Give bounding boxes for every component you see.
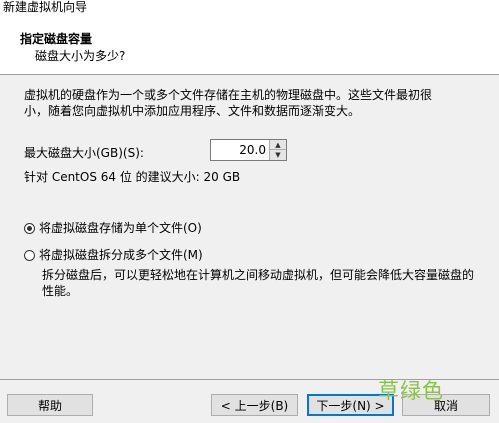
radio-single-file[interactable]	[24, 223, 35, 234]
back-button[interactable]: < 上一步(B)	[211, 394, 298, 416]
page-subtitle: 磁盘大小为多少?	[35, 49, 126, 63]
radio-multiple-files[interactable]	[24, 250, 35, 261]
title-bar: 新建虚拟机向导	[0, 0, 499, 16]
spin-up-icon[interactable]: ▲	[270, 140, 286, 150]
single-file-label[interactable]: 将虚拟磁盘存储为单个文件(O)	[39, 221, 202, 235]
description-line-2: 小，随着您向虚拟机中添加应用程序、文件和数据而逐渐变大。	[24, 104, 361, 118]
wizard-body: 虚拟机的硬盘作为一个或多个文件存储在主机的物理磁盘中。这些文件最初很 小，随着您…	[0, 75, 499, 379]
help-button[interactable]: 帮助	[7, 394, 93, 416]
window-title: 新建虚拟机向导	[3, 0, 88, 14]
split-description-line-1: 拆分磁盘后，可以更轻松地在计算机之间移动虚拟机，但可能会降低大容量磁盘的	[42, 268, 475, 282]
spin-down-icon[interactable]: ▼	[270, 150, 286, 160]
page-title: 指定磁盘容量	[20, 32, 93, 46]
split-description-line-2: 性能。	[42, 284, 79, 298]
watermark-text: 草绿色	[378, 379, 444, 403]
description-text: 虚拟机的硬盘作为一个或多个文件存储在主机的物理磁盘中。这些文件最初很 小，随着您…	[24, 87, 474, 119]
disk-size-spinner[interactable]: 20.0 ▲ ▼	[210, 139, 287, 161]
option-multiple-files[interactable]: 将虚拟磁盘拆分成多个文件(M)	[24, 246, 203, 263]
wizard-header: 指定磁盘容量 磁盘大小为多少?	[0, 16, 499, 74]
spinner-buttons: ▲ ▼	[269, 140, 286, 160]
recommended-size-text: 针对 CentOS 64 位 的建议大小: 20 GB	[24, 170, 241, 184]
description-line-1: 虚拟机的硬盘作为一个或多个文件存储在主机的物理磁盘中。这些文件最初很	[24, 88, 433, 102]
split-description: 拆分磁盘后，可以更轻松地在计算机之间移动虚拟机，但可能会降低大容量磁盘的 性能。	[42, 267, 482, 299]
disk-size-label: 最大磁盘大小(GB)(S):	[24, 146, 144, 160]
option-single-file[interactable]: 将虚拟磁盘存储为单个文件(O)	[24, 219, 202, 236]
multiple-files-label[interactable]: 将虚拟磁盘拆分成多个文件(M)	[39, 248, 203, 262]
disk-size-input[interactable]: 20.0	[239, 143, 266, 157]
